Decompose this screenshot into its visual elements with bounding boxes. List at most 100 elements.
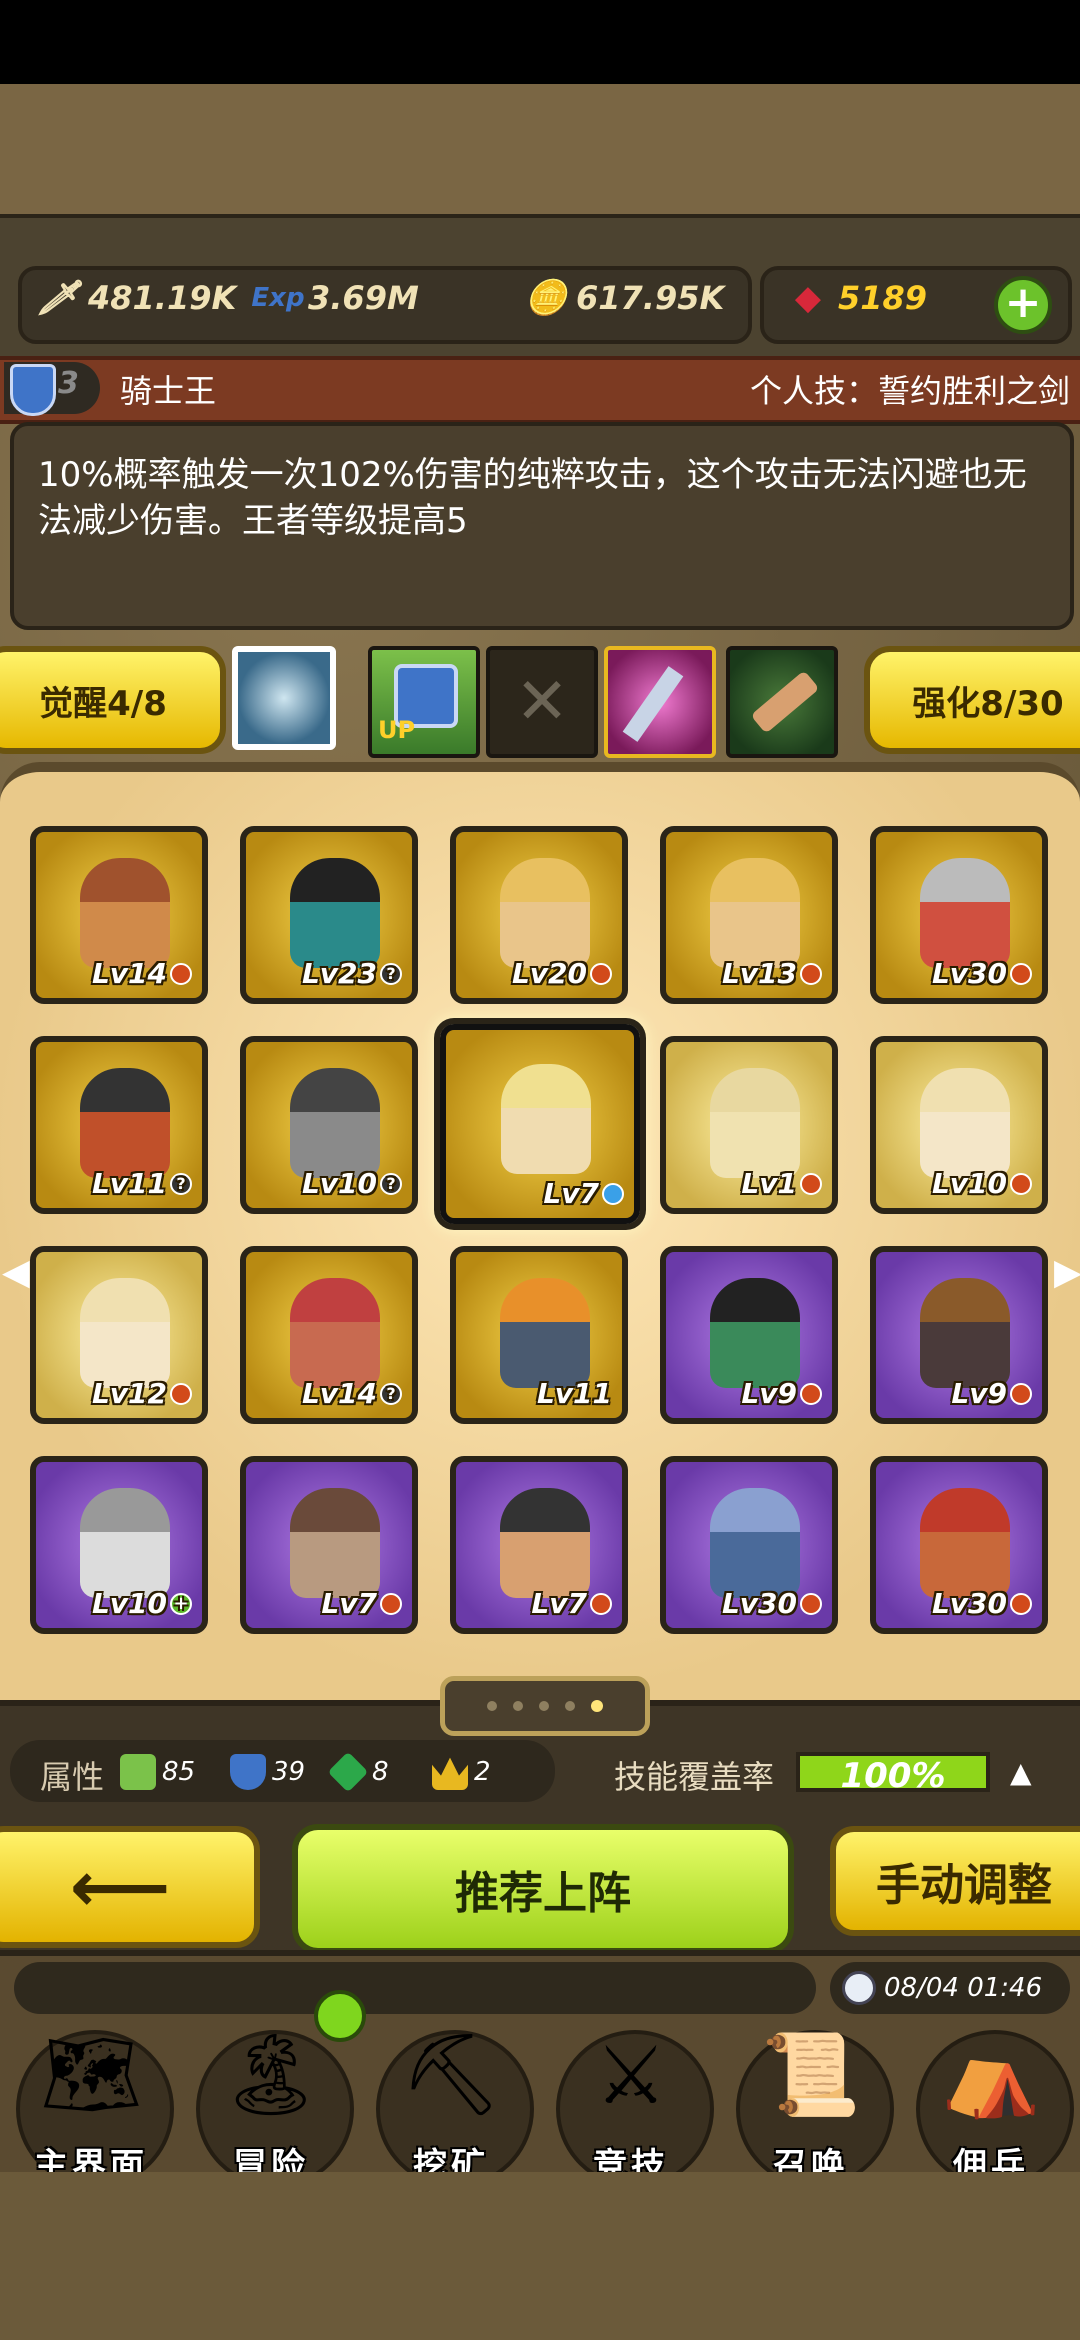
upgrade-badge-icon [1010, 962, 1032, 985]
ruby-icon: ◆ [794, 278, 822, 318]
personal-skill-title: 个人技：誓约胜利之剑 [749, 372, 1070, 410]
tent-icon: ⛺ [941, 2028, 1041, 2121]
add-gems-button[interactable]: + [994, 276, 1052, 334]
hero-card[interactable]: Lv10? [240, 1036, 418, 1214]
hero-portrait [501, 1064, 591, 1174]
magic-circle-icon[interactable] [232, 646, 336, 750]
hero-card[interactable]: Lv30 [870, 826, 1048, 1004]
hero-portrait [80, 858, 170, 968]
page-dot[interactable] [487, 1701, 497, 1711]
hero-card[interactable]: Lv7 [450, 1456, 628, 1634]
gold-value: 617.95K [576, 279, 725, 317]
enhance-button[interactable]: 强化8/30 [864, 646, 1080, 754]
hero-portrait [710, 1068, 800, 1178]
hero-card[interactable]: Lv9 [870, 1246, 1048, 1424]
hero-level-text: Lv7 [543, 1177, 599, 1210]
notification-dot [314, 1990, 366, 2042]
awaken-label: 觉醒4/8 [39, 683, 167, 724]
chevron-left-icon[interactable]: ◀ [2, 1252, 30, 1293]
sword-skill-icon[interactable] [604, 646, 716, 758]
arrow-left-icon: ⟵ [69, 1846, 171, 1928]
chevron-right-icon[interactable]: ▶ [1054, 1252, 1080, 1293]
hero-card[interactable]: Lv30 [870, 1456, 1048, 1634]
nav-pickaxe[interactable]: ⛏ 挖矿 [366, 2010, 536, 2188]
hero-level-text: Lv30 [931, 1587, 1007, 1620]
hero-card[interactable]: Lv7 [240, 1456, 418, 1634]
hero-card[interactable]: Lv11 [450, 1246, 628, 1424]
hero-level-text: Lv10 [301, 1167, 377, 1200]
page-dot[interactable] [539, 1701, 549, 1711]
shield-up-icon[interactable]: UP [368, 646, 480, 758]
page-dot[interactable] [565, 1701, 575, 1711]
hero-card[interactable]: Lv9 [660, 1246, 838, 1424]
pickaxe-icon: ⛏ [400, 2028, 502, 2121]
hero-level: Lv30 [722, 1587, 822, 1620]
skill-description: 10%概率触发一次102%伤害的纯粹攻击，这个攻击无法闪避也无法减少伤害。王者等… [38, 455, 1027, 541]
hero-level-text: Lv14 [301, 1377, 377, 1410]
nav-tent[interactable]: ⛺ 佣兵 [906, 2010, 1076, 2188]
crown-attr-icon [432, 1757, 468, 1790]
datetime-box: 08/04 01:46 [830, 1962, 1070, 2014]
attribute-sword-value: 85 [162, 1757, 196, 1787]
hero-card[interactable]: Lv20 [450, 826, 628, 1004]
awaken-button[interactable]: 觉醒4/8 [0, 646, 226, 754]
message-strip [14, 1962, 816, 2014]
hero-portrait [500, 1278, 590, 1388]
hero-portrait [80, 1278, 170, 1388]
hero-level: Lv20 [512, 957, 612, 990]
hero-card[interactable]: Lv14? [240, 1246, 418, 1424]
nav-summon-scroll[interactable]: 📜 召唤 [726, 2010, 896, 2188]
hero-card[interactable]: Lv23? [240, 826, 418, 1004]
sword-icon: 🗡 [36, 278, 80, 318]
page-dot[interactable] [591, 1700, 603, 1712]
nav-map-scroll[interactable]: 🗺 主界面 [6, 2010, 176, 2188]
page-indicator [440, 1676, 650, 1736]
map-scroll-icon: 🗺 [40, 2028, 142, 2121]
hero-card[interactable]: Lv13 [660, 826, 838, 1004]
hero-card[interactable]: Lv12 [30, 1246, 208, 1424]
status-bar-area [0, 0, 1080, 84]
hero-card[interactable]: Lv30 [660, 1456, 838, 1634]
hero-level-text: Lv10 [91, 1587, 167, 1620]
upgrade-badge-icon [800, 1382, 822, 1405]
hero-portrait [290, 1068, 380, 1178]
hero-card[interactable]: Lv7 [440, 1024, 640, 1224]
hero-card[interactable]: Lv11? [30, 1036, 208, 1214]
upgrade-badge-icon [170, 1382, 192, 1405]
empty-slot-icon[interactable]: ✕ [486, 646, 598, 758]
manual-adjust-button[interactable]: 手动调整 [830, 1826, 1080, 1936]
hero-level-text: Lv23 [301, 957, 377, 990]
island-icon: 🏝 [220, 2028, 322, 2121]
question-badge-icon: ? [170, 1172, 192, 1195]
shield-attr-icon [230, 1754, 266, 1790]
hero-level-text: Lv30 [931, 957, 1007, 990]
hero-level: Lv7 [321, 1587, 402, 1620]
back-button[interactable]: ⟵ [0, 1826, 260, 1948]
attribute-sword: 85 [120, 1754, 195, 1790]
enhance-label: 强化8/30 [912, 683, 1064, 724]
hero-level-text: Lv13 [721, 957, 797, 990]
hero-card[interactable]: Lv10 + [30, 1456, 208, 1634]
attribute-gem-value: 8 [372, 1757, 389, 1787]
upgrade-badge-icon [170, 962, 192, 985]
hero-level: Lv14 [92, 957, 192, 990]
hero-portrait [290, 1488, 380, 1598]
hero-card[interactable]: Lv1 [660, 1036, 838, 1214]
hero-level-text: Lv7 [321, 1587, 377, 1620]
hero-portrait [80, 1488, 170, 1598]
question-badge-icon: ? [380, 1172, 402, 1195]
nav-crossed-swords[interactable]: ⚔ 竞技 [546, 2010, 716, 2188]
hero-level-text: Lv30 [721, 1587, 797, 1620]
caret-up-icon[interactable]: ▲ [1010, 1756, 1032, 1789]
hero-card[interactable]: Lv10 [870, 1036, 1048, 1214]
hero-level-text: Lv9 [951, 1377, 1007, 1410]
scroll-skill-icon[interactable] [726, 646, 838, 758]
hero-card[interactable]: Lv14 [30, 826, 208, 1004]
manual-adjust-label: 手动调整 [876, 1860, 1052, 1911]
attack-value: 481.19K [88, 279, 237, 317]
attribute-gem: 8 [327, 1751, 389, 1793]
datetime-text: 08/04 01:46 [884, 1973, 1043, 2003]
recommend-button[interactable]: 推荐上阵 [292, 1824, 794, 1954]
hero-level: Lv9 [951, 1377, 1032, 1410]
page-dot[interactable] [513, 1701, 523, 1711]
